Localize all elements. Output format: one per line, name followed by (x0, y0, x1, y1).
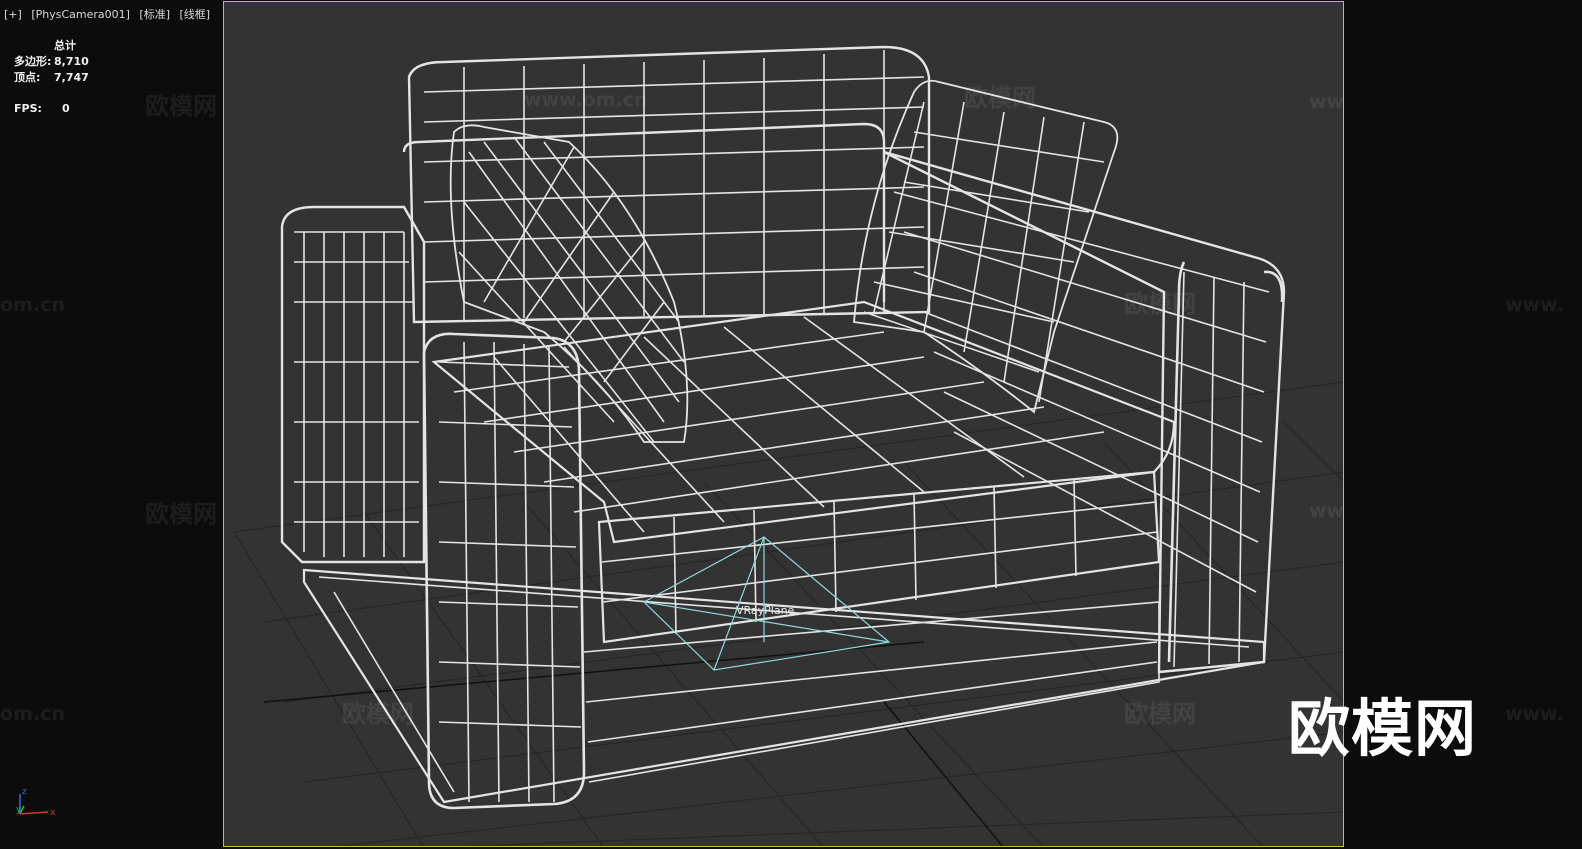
vertices-label: 顶点: (14, 71, 41, 84)
watermark-brand: 欧模网 (145, 500, 217, 528)
watermark-url: www.om.cn (524, 89, 648, 111)
watermark-url: om.cn (0, 703, 65, 725)
watermark-brand: 欧模网 (1124, 290, 1196, 318)
statistics-overlay: 总计 多边形: 8,710 顶点: 7,747 FPS: 0 (14, 38, 89, 117)
viewport-shading-menu[interactable]: [标准] (139, 8, 170, 21)
watermark-brand: 欧模网 (342, 700, 414, 728)
axis-gizmo: x y z (16, 787, 56, 818)
fps-label: FPS: (14, 102, 42, 115)
viewport-label: [+] [PhysCamera001] [标准] [线框] (4, 6, 216, 22)
axis-z-label: z (22, 787, 27, 797)
vertices-value: 7,747 (54, 71, 89, 84)
watermark-url: www.om.cn (1309, 91, 1344, 113)
watermark-url: om.cn (0, 294, 65, 316)
watermark-brand: 欧模网 (145, 92, 217, 120)
stats-polygons-row: 多边形: 8,710 (14, 54, 89, 70)
axis-y-label: y (16, 805, 22, 815)
watermark-url: www. (1505, 703, 1564, 725)
sofa-wireframe (280, 45, 1286, 810)
axis-x-line (19, 811, 49, 815)
polygons-value: 8,710 (54, 55, 89, 68)
vray-plane-label: VRayPlane (736, 604, 795, 617)
viewport-menu-button[interactable]: [+] (4, 8, 22, 21)
polygons-label: 多边形: (14, 55, 52, 68)
watermark-brand: 欧模网 (1124, 700, 1196, 728)
viewport-canvas[interactable]: VRayPlane 欧模网 www.om.cn 欧模网 www.om.cn 欧模… (224, 2, 1344, 847)
viewport-display-menu[interactable]: [线框] (180, 8, 211, 21)
axis-x-label: x (50, 808, 56, 818)
brand-logo: 欧模网 (1288, 692, 1478, 765)
camera-safe-frame[interactable]: VRayPlane 欧模网 www.om.cn 欧模网 www.om.cn 欧模… (223, 1, 1344, 847)
fps-value: 0 (62, 102, 70, 115)
watermark-brand: 欧模网 (964, 84, 1036, 112)
watermark-url: www.om.cn (1309, 500, 1344, 522)
stats-header: 总计 (54, 39, 76, 52)
stats-vertices-row: 顶点: 7,747 (14, 70, 89, 86)
stats-fps-row: FPS: 0 (14, 101, 89, 117)
viewport-camera-menu[interactable]: [PhysCamera001] (31, 8, 130, 21)
watermark-url: www. (1505, 294, 1564, 316)
